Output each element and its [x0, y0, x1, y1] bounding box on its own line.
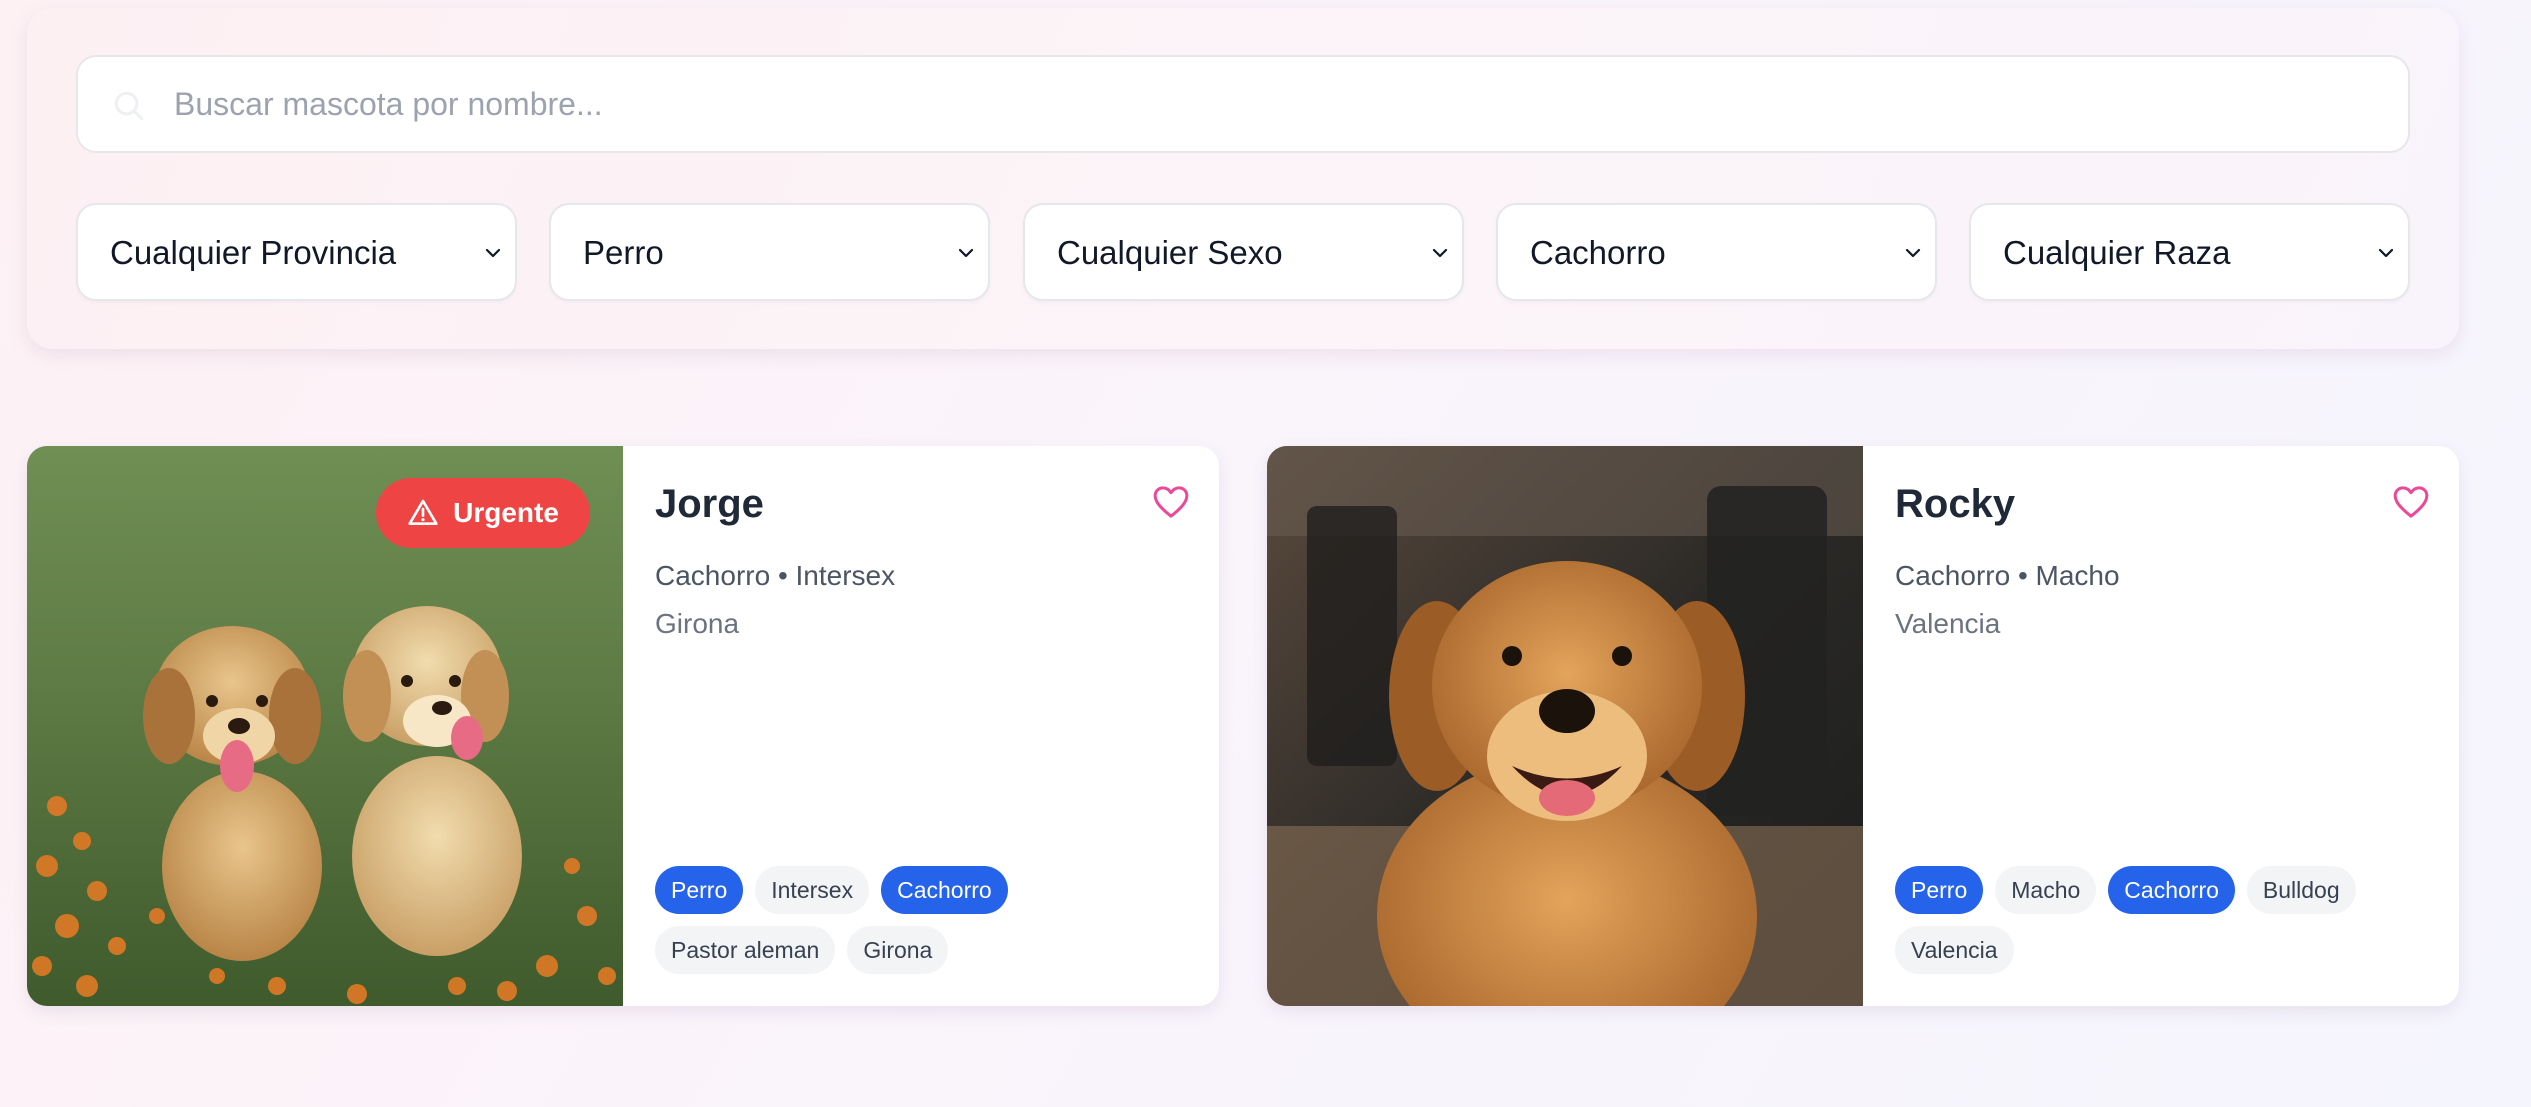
heart-icon[interactable]: [1151, 482, 1191, 522]
pet-card-body: Jorge Cachorro • Intersex Girona Perro I…: [655, 446, 1219, 1006]
tag-breed: Bulldog: [2246, 866, 2356, 914]
tag-age: Cachorro: [881, 866, 1008, 914]
filter-especie-value: Perro: [583, 234, 664, 271]
pet-name: Rocky: [1895, 482, 2016, 526]
search-icon: [114, 91, 144, 121]
chevron-down-icon: [1432, 248, 1448, 258]
filter-sexo-value: Cualquier Sexo: [1057, 234, 1283, 271]
tag-location: Girona: [847, 926, 949, 974]
tag-sex: Macho: [1995, 866, 2097, 914]
pet-card[interactable]: Rocky Cachorro • Macho Valencia Perro Ma…: [1267, 446, 2459, 1006]
filter-raza-value: Cualquier Raza: [2003, 234, 2231, 271]
pet-photo[interactable]: [1267, 446, 1863, 1006]
tag-age: Cachorro: [2108, 866, 2235, 914]
urgent-badge: Urgente: [376, 478, 590, 548]
filter-provincia-value: Cualquier Provincia: [110, 234, 397, 271]
filter-especie-select[interactable]: Perro: [549, 203, 990, 301]
filters-panel: Cualquier Provincia Perro Cualquier Sexo…: [27, 8, 2459, 349]
heart-icon[interactable]: [2391, 482, 2431, 522]
pet-location: Valencia: [1895, 608, 2001, 639]
pet-photo[interactable]: Urgente: [27, 446, 623, 1006]
tag-species: Perro: [655, 866, 744, 914]
chevron-down-icon: [958, 248, 974, 258]
urgent-label: Urgente: [453, 497, 559, 528]
tag-list: Perro Intersex Cachorro Pastor aleman Gi…: [655, 866, 1175, 974]
pet-name: Jorge: [655, 482, 764, 526]
tag-location: Valencia: [1895, 926, 2014, 974]
chevron-down-icon: [1905, 248, 1921, 258]
filter-raza-select[interactable]: Cualquier Raza: [1969, 203, 2410, 301]
pet-location: Girona: [655, 608, 740, 639]
search-box[interactable]: [76, 55, 2410, 153]
tag-sex: Intersex: [755, 866, 870, 914]
search-input[interactable]: [174, 57, 2374, 151]
chevron-down-icon: [2378, 248, 2394, 258]
pet-card-body: Rocky Cachorro • Macho Valencia Perro Ma…: [1895, 446, 2459, 1006]
filter-edad-select[interactable]: Cachorro: [1496, 203, 1937, 301]
tag-breed: Pastor aleman: [655, 926, 836, 974]
pet-meta: Cachorro • Intersex: [655, 560, 896, 591]
warning-triangle-icon: [408, 499, 438, 525]
filter-provincia-select[interactable]: Cualquier Provincia: [76, 203, 517, 301]
filter-sexo-select[interactable]: Cualquier Sexo: [1023, 203, 1464, 301]
pet-card[interactable]: Urgente Jorge Cachorro • Intersex Girona…: [27, 446, 1219, 1006]
filter-edad-value: Cachorro: [1530, 234, 1666, 271]
pet-meta: Cachorro • Macho: [1895, 560, 2120, 591]
golden-retriever-photo: [1267, 446, 1863, 1006]
chevron-down-icon: [485, 248, 501, 258]
tag-species: Perro: [1895, 866, 1984, 914]
tag-list: Perro Macho Cachorro Bulldog Valencia: [1895, 866, 2415, 974]
